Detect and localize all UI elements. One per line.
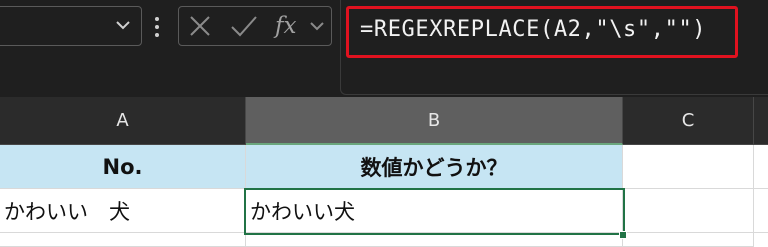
column-header-c[interactable]: C: [623, 97, 754, 145]
cell-c1[interactable]: [623, 145, 754, 189]
cell-b3[interactable]: [246, 233, 623, 247]
name-box[interactable]: [0, 6, 142, 46]
more-vertical-icon[interactable]: [153, 14, 161, 40]
chevron-down-icon[interactable]: [113, 13, 133, 37]
formula-text[interactable]: =REGEXREPLACE(A2,"\s",""): [360, 14, 706, 46]
cell-a3[interactable]: [0, 233, 246, 247]
cell-c2[interactable]: [623, 189, 754, 233]
column-header-a[interactable]: A: [0, 97, 246, 145]
cell-b1[interactable]: 数値かどうか？: [246, 145, 623, 189]
formula-buttons: fx: [178, 6, 332, 46]
confirm-check-icon[interactable]: [229, 13, 259, 39]
fill-handle[interactable]: [619, 231, 627, 239]
function-fx-icon[interactable]: fx: [275, 12, 307, 40]
cell-c3[interactable]: [623, 233, 754, 247]
active-cell-border: [244, 188, 625, 235]
cell-a2[interactable]: かわいい 犬: [0, 189, 246, 233]
cell-d1[interactable]: [754, 145, 768, 189]
cell-a1[interactable]: No.: [0, 145, 246, 189]
cancel-x-icon[interactable]: [187, 13, 213, 39]
column-header-d[interactable]: [754, 97, 768, 145]
chevron-down-icon[interactable]: [307, 13, 327, 39]
cell-d2[interactable]: [754, 189, 768, 233]
column-header-b[interactable]: B: [246, 97, 623, 145]
